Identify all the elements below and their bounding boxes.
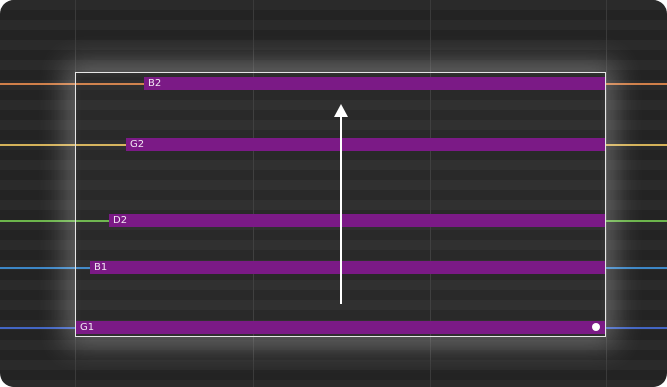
grid-row xyxy=(0,340,667,350)
grid-row xyxy=(0,360,667,370)
dot-handle-icon[interactable] xyxy=(592,323,600,331)
grid-row xyxy=(0,370,667,380)
note-b2[interactable]: B2 xyxy=(144,77,605,90)
grid-row xyxy=(0,380,667,387)
up-arrow-icon xyxy=(334,104,348,304)
note-d2[interactable]: D2 xyxy=(109,214,605,227)
grid-row xyxy=(0,50,667,60)
grid-row xyxy=(0,0,667,10)
grid-row xyxy=(0,40,667,50)
grid-row xyxy=(0,30,667,40)
note-g2[interactable]: G2 xyxy=(126,138,605,151)
grid-row xyxy=(0,60,667,70)
grid-row xyxy=(0,350,667,360)
note-editor[interactable]: B2 G2 D2 B1 G1 xyxy=(0,0,667,387)
grid-row xyxy=(0,20,667,30)
grid-row xyxy=(0,10,667,20)
note-g1[interactable]: G1 xyxy=(76,321,605,334)
